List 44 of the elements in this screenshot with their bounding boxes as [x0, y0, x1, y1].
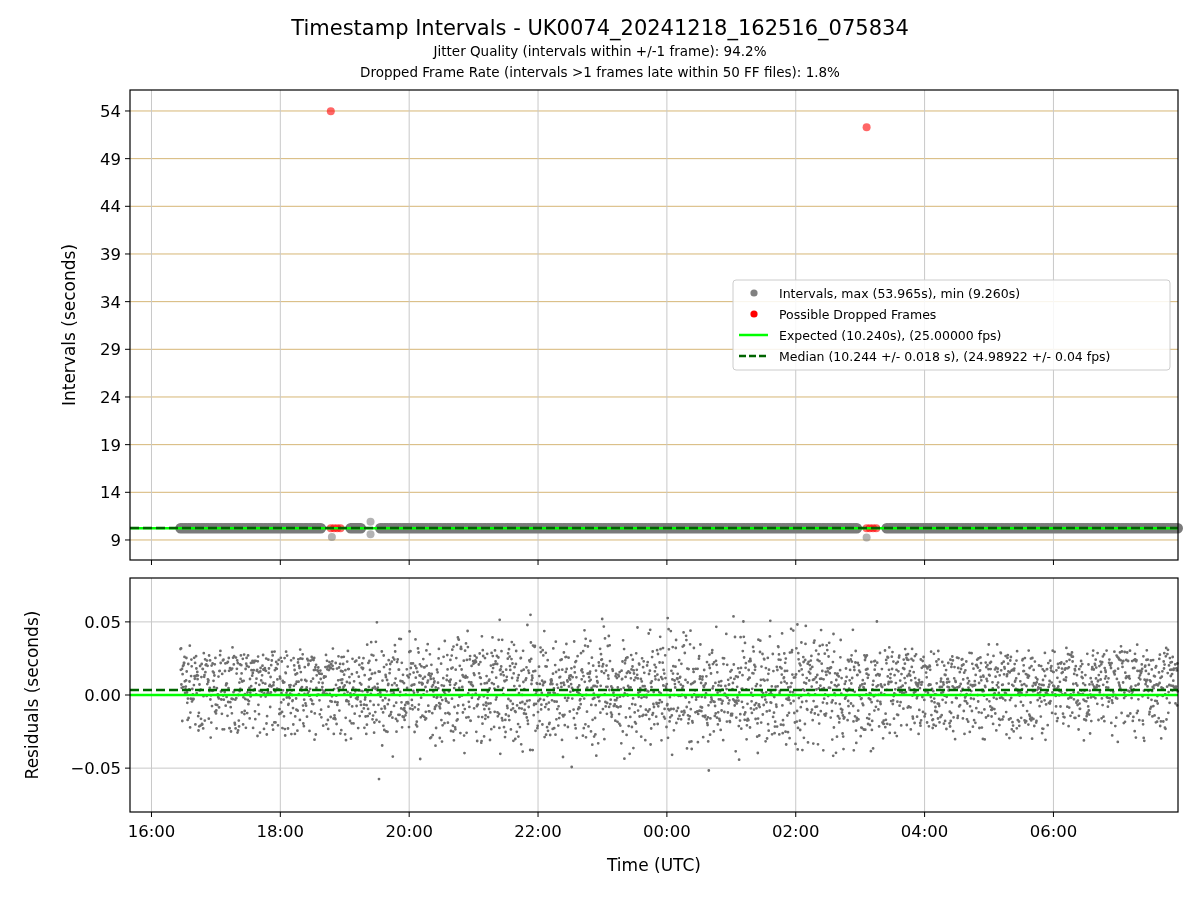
x-tick-label: 04:00 — [900, 822, 949, 841]
y-axis-label: Residuals (seconds) — [22, 610, 42, 780]
y-tick-label: 44 — [100, 197, 121, 217]
data-point — [333, 524, 342, 533]
y-tick-label: 0.05 — [84, 612, 121, 632]
data-point — [326, 524, 335, 533]
legend-label: Expected (10.240s), (25.00000 fps) — [779, 327, 1002, 343]
data-point — [862, 123, 871, 132]
data-point — [327, 533, 336, 542]
x-tick-label: 00:00 — [643, 822, 691, 841]
figure-subtitle: Jitter Quality (intervals within +/-1 frame): 94.2% — [433, 42, 767, 61]
x-tick-label: 16:00 — [127, 822, 176, 841]
y-axis-label: Intervals (seconds) — [59, 243, 79, 407]
y-tick-label: 24 — [100, 388, 121, 407]
data-point — [862, 533, 871, 542]
y-tick-label: 29 — [100, 340, 121, 360]
data-point — [366, 517, 375, 526]
x-tick-label: 22:00 — [514, 822, 562, 841]
data-point — [862, 524, 871, 533]
interval-points-drawing — [345, 523, 367, 534]
y-tick-label: 49 — [100, 149, 121, 169]
x-tick-label: 20:00 — [385, 822, 433, 841]
x-tick-label: 18:00 — [256, 822, 305, 841]
figure-subtitle: Dropped Frame Rate (intervals >1 frames late within 50 FF files): 1.8% — [360, 63, 840, 82]
y-tick-label: 39 — [100, 245, 121, 264]
legend-label: Median (10.244 +/- 0.018 s), (24.98922 +/- 0.04 fps) — [779, 348, 1111, 364]
data-point — [872, 524, 881, 533]
y-tick-label: −0.05 — [70, 759, 121, 779]
data-point — [865, 524, 874, 533]
y-tick-label: 54 — [100, 101, 121, 121]
x-tick-label: 02:00 — [771, 822, 820, 841]
y-tick-label: 0.00 — [84, 686, 121, 705]
y-tick-label: 14 — [100, 483, 121, 503]
y-tick-label: 19 — [100, 435, 121, 455]
x-axis-label: Time (UTC) — [607, 855, 701, 875]
data-point — [326, 107, 335, 116]
x-tick-label: 06:00 — [1029, 822, 1078, 841]
data-point — [336, 524, 345, 533]
legend-label: Intervals, max (53.965s), min (9.260s) — [779, 285, 1021, 301]
figure-title: Timestamp Intervals - UK0074_20241218_162516_075834 — [291, 15, 909, 41]
y-tick-label: 34 — [100, 292, 121, 312]
y-tick-label: 9 — [110, 531, 121, 550]
legend-label: Possible Dropped Frames — [779, 306, 937, 322]
data-point — [366, 530, 375, 539]
